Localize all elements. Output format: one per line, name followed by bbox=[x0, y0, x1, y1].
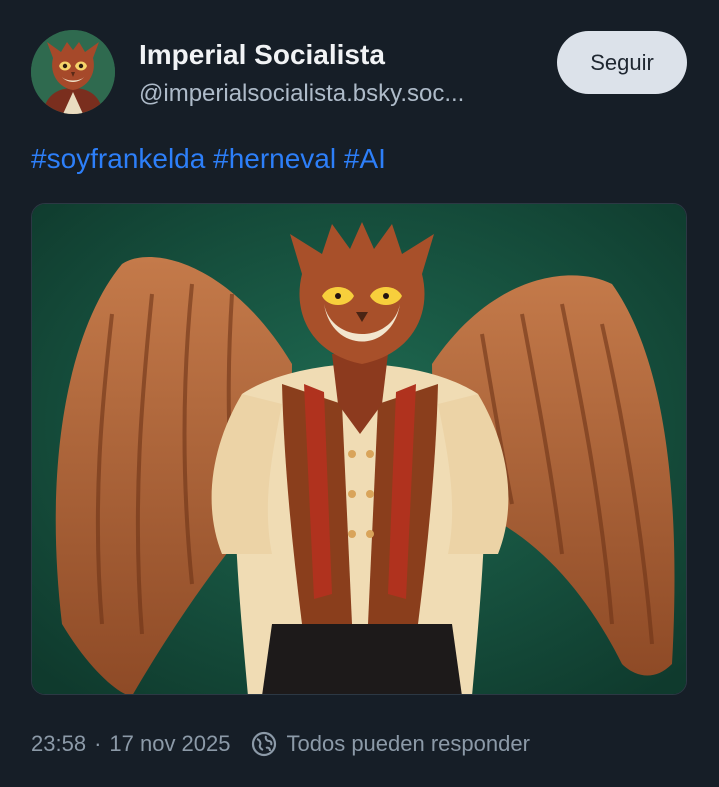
follow-button[interactable]: Seguir bbox=[557, 31, 687, 94]
owl-avatar-icon bbox=[31, 30, 115, 114]
author-display-name[interactable]: Imperial Socialista bbox=[139, 39, 385, 71]
author-handle[interactable]: @imperialsocialista.bsky.soc... bbox=[139, 80, 539, 108]
globe-icon bbox=[251, 731, 277, 757]
post-date: 17 nov 2025 bbox=[109, 731, 231, 756]
post-text: #soyfrankelda #herneval #AI bbox=[31, 143, 386, 175]
post-time: 23:58 bbox=[31, 731, 87, 756]
post-card: Imperial Socialista @imperialsocialista.… bbox=[0, 0, 719, 787]
hashtag-link[interactable]: #AI bbox=[344, 143, 386, 174]
reply-setting-label[interactable]: Todos pueden responder bbox=[287, 731, 530, 757]
hashtag-link[interactable]: #soyfrankelda bbox=[31, 143, 205, 174]
author-avatar[interactable] bbox=[31, 30, 115, 114]
post-meta: 23:58 · 17 nov 2025 Todos pueden respond… bbox=[31, 731, 530, 757]
winged-owl-illustration bbox=[32, 204, 686, 694]
post-image[interactable] bbox=[31, 203, 687, 695]
meta-separator: · bbox=[94, 731, 102, 756]
hashtag-link[interactable]: #herneval bbox=[213, 143, 336, 174]
